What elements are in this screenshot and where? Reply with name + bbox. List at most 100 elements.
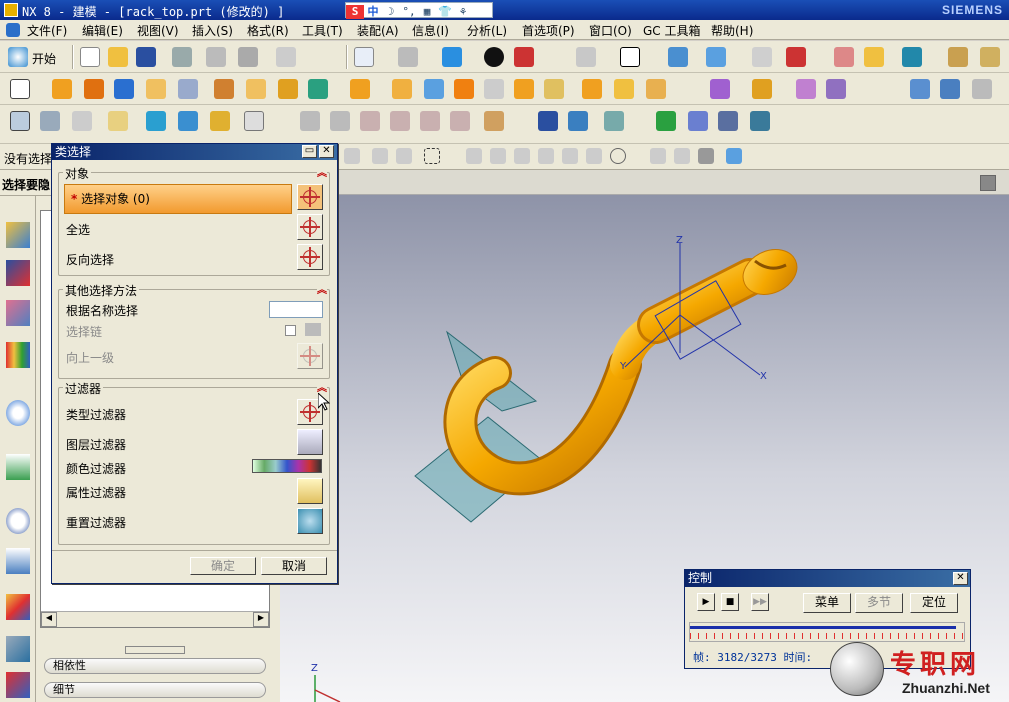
scroll-right-icon[interactable]: ▶ [253, 612, 269, 627]
cut-icon[interactable] [172, 47, 192, 67]
snap-curve-icon[interactable] [674, 148, 690, 164]
edge-blend-icon[interactable] [454, 79, 474, 99]
orient-view-icon[interactable] [398, 47, 418, 67]
scroll-left-icon[interactable]: ◀ [41, 612, 57, 627]
select-all-button[interactable] [297, 214, 323, 240]
select-chain-checkbox[interactable] [285, 325, 296, 336]
view-cut-icon[interactable] [576, 47, 596, 67]
snap-midpoint-icon[interactable] [490, 148, 506, 164]
ime-skin-icon[interactable]: 👕 [436, 5, 454, 19]
ok-button[interactable]: 确定 [190, 557, 256, 575]
block-icon[interactable] [114, 79, 134, 99]
menu-file[interactable]: 文件(F) [27, 22, 67, 39]
collapse-other-icon[interactable]: ︽ [317, 281, 327, 296]
part-navigator-icon[interactable] [6, 300, 30, 326]
draft-face-icon[interactable] [544, 79, 564, 99]
snap-circle-icon[interactable] [610, 148, 626, 164]
offset-face-icon[interactable] [646, 79, 666, 99]
select-object-row[interactable]: * 选择对象 (0) [64, 184, 292, 214]
select-object-button[interactable] [297, 184, 323, 210]
boss-icon[interactable] [246, 79, 266, 99]
collapse-object-icon[interactable]: ︽ [317, 164, 327, 179]
step-button[interactable]: ▶▶ [751, 593, 769, 611]
menu-edit[interactable]: 编辑(E) [82, 22, 123, 39]
through-curves-icon[interactable] [940, 79, 960, 99]
details-panel[interactable]: 细节 [44, 682, 266, 698]
wave-icon[interactable] [750, 111, 770, 131]
snap-arc-center-icon[interactable] [562, 148, 578, 164]
offset-region-icon[interactable] [72, 111, 92, 131]
extrude-icon[interactable] [52, 79, 72, 99]
menu-button[interactable]: 菜单 [803, 593, 851, 613]
reset-filter-button[interactable] [297, 508, 323, 534]
constraint-icon-1[interactable] [300, 111, 320, 131]
constraint-navigator-icon[interactable] [6, 260, 30, 286]
measure-icon[interactable] [834, 47, 854, 67]
splitter-handle[interactable] [125, 646, 185, 654]
check-mark-icon[interactable] [656, 111, 676, 131]
reuse-library-icon[interactable] [6, 342, 30, 368]
assembly-nav-icon[interactable] [688, 111, 708, 131]
constraint-icon-2[interactable] [330, 111, 350, 131]
cancel-button[interactable]: 取消 [261, 557, 327, 575]
pocket-icon[interactable] [278, 79, 298, 99]
render-style-icon[interactable] [484, 47, 504, 67]
make-coplanar-icon[interactable] [360, 111, 380, 131]
menu-tools[interactable]: 工具(T) [302, 22, 343, 39]
chamfer-icon[interactable] [484, 79, 504, 99]
make-symmetric-icon[interactable] [450, 111, 470, 131]
make-tangent-icon[interactable] [420, 111, 440, 131]
cylinder-stack-icon[interactable] [538, 111, 558, 131]
clock-icon[interactable] [6, 508, 30, 534]
assembly-navigator-icon[interactable] [6, 222, 30, 248]
close-strip-icon[interactable] [980, 175, 996, 191]
hole-icon[interactable] [308, 79, 328, 99]
ime-toolbar[interactable]: S 中 ☽ °, ▦ 👕 ⚘ [345, 2, 493, 19]
timeline-track[interactable] [689, 622, 965, 642]
history-icon[interactable] [6, 454, 30, 480]
color-filter-swatch[interactable] [252, 459, 322, 473]
snap-face-icon[interactable] [698, 148, 714, 164]
menu-help[interactable]: 帮助(H) [711, 22, 753, 39]
snap-point-icon[interactable] [650, 148, 666, 164]
dialog-title-bar[interactable]: 类选择 ▭ ✕ [52, 144, 337, 160]
rectangle-select-icon[interactable] [424, 148, 440, 164]
dependency-panel[interactable]: 相依性 [44, 658, 266, 674]
pattern-icon[interactable] [796, 79, 816, 99]
snap-icon-3[interactable] [396, 148, 412, 164]
play-icon[interactable] [902, 47, 922, 67]
ime-settings-icon[interactable]: ⚘ [454, 5, 472, 19]
layer-filter-button[interactable] [297, 429, 323, 455]
control-title-bar[interactable]: 控制 ✕ [685, 570, 970, 587]
menu-assemblies[interactable]: 装配(A) [357, 22, 399, 39]
snap-body-icon[interactable] [726, 148, 742, 164]
select-by-name-input[interactable] [269, 301, 323, 318]
play-button[interactable]: ▶ [697, 593, 715, 611]
ime-punct-icon[interactable]: °, [400, 5, 418, 19]
save-icon[interactable] [136, 47, 156, 67]
section-view-icon[interactable] [514, 47, 534, 67]
collapse-filter-icon[interactable]: ︽ [317, 379, 327, 394]
subtract-icon[interactable] [392, 79, 412, 99]
delete-face-icon[interactable] [178, 111, 198, 131]
menu-analysis[interactable]: 分析(L) [467, 22, 507, 39]
linear-dimension-icon[interactable] [484, 111, 504, 131]
shell-icon[interactable] [514, 79, 534, 99]
trim-body-icon[interactable] [582, 79, 602, 99]
menu-information[interactable]: 信息(I) [412, 22, 449, 39]
surface-icon[interactable] [910, 79, 930, 99]
wcs-icon[interactable] [668, 47, 688, 67]
copy-icon[interactable] [206, 47, 226, 67]
menu-insert[interactable]: 插入(S) [192, 22, 233, 39]
unite-icon[interactable] [350, 79, 370, 99]
start-button[interactable]: 开始 [32, 50, 56, 67]
thread-icon[interactable] [826, 79, 846, 99]
cylinder-icon[interactable] [146, 79, 166, 99]
position-button[interactable]: 定位 [910, 593, 958, 613]
instance-icon[interactable] [710, 79, 730, 99]
snap-quadrant-icon[interactable] [586, 148, 602, 164]
new-file-icon[interactable] [80, 47, 100, 67]
dialog-close-icon[interactable]: ✕ [319, 145, 334, 158]
pad-icon[interactable] [214, 79, 234, 99]
revolve-icon[interactable] [84, 79, 104, 99]
